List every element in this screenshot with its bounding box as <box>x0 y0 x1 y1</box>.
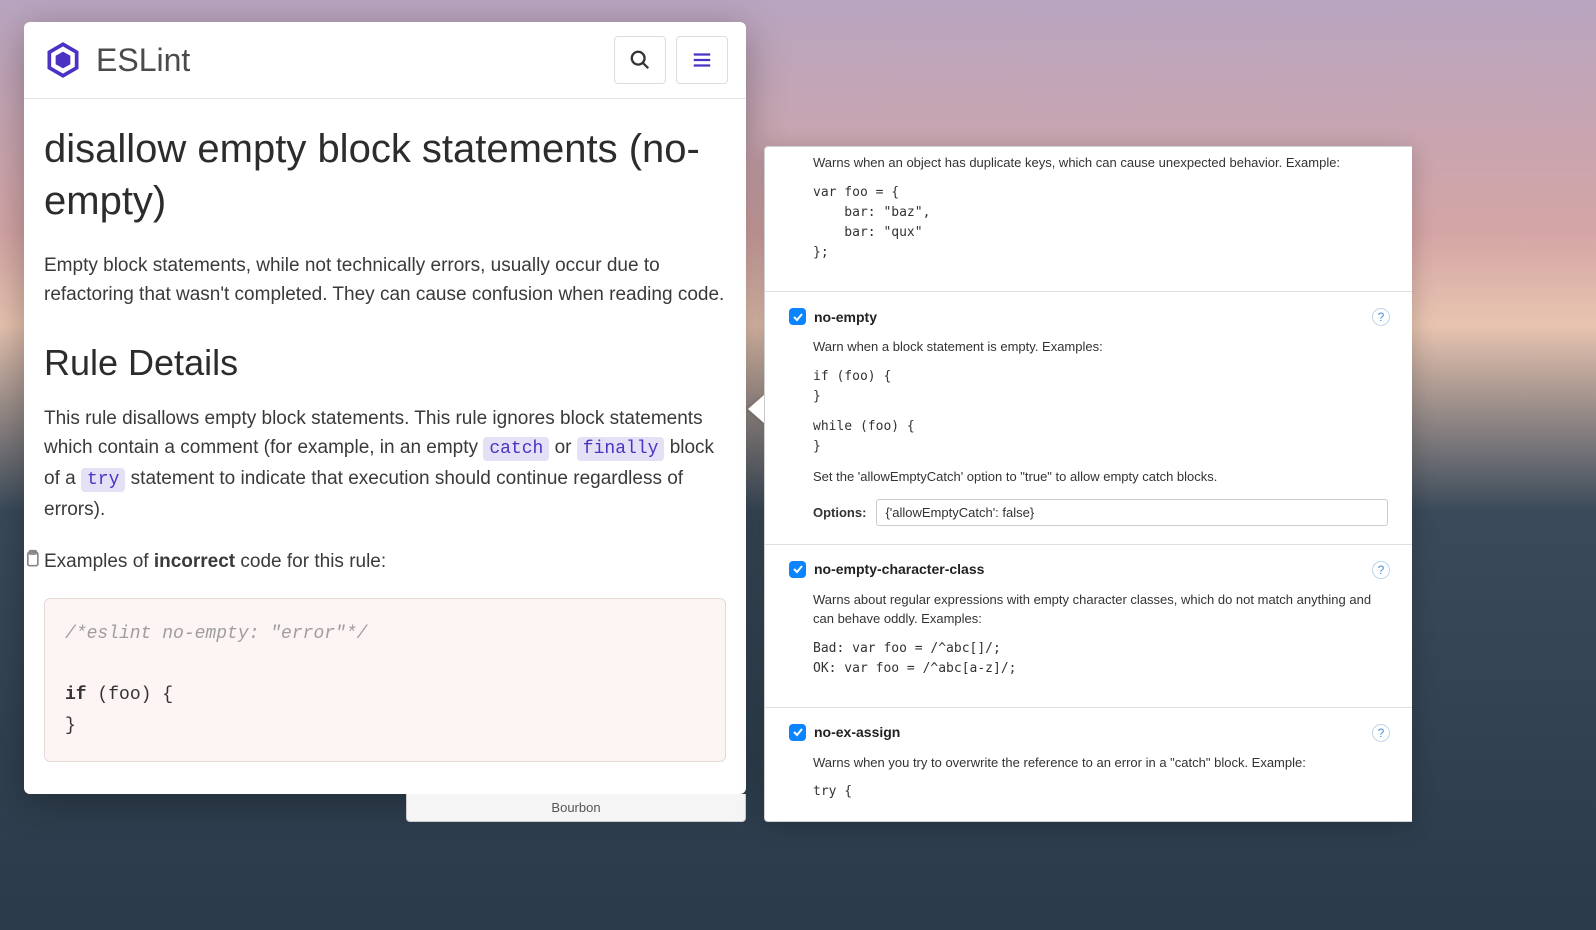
examples-paragraph: Examples of incorrect code for this rule… <box>44 547 726 576</box>
rule-block-no-ex-assign: ? no-ex-assign Warns when you try to ove… <box>765 708 1412 822</box>
search-button[interactable] <box>614 36 666 84</box>
rule-code-example: if (foo) { } <box>813 367 1388 407</box>
rule-code-example: while (foo) { } <box>813 417 1388 457</box>
brand-name: ESLint <box>96 42 190 79</box>
rule-checkbox[interactable] <box>789 724 806 741</box>
rule-checkbox[interactable] <box>789 561 806 578</box>
logo-group[interactable]: ESLint <box>42 39 190 81</box>
check-icon <box>792 563 804 575</box>
rule-description: Warns about regular expressions with emp… <box>813 590 1388 629</box>
rule-header: no-empty-character-class <box>789 561 1388 578</box>
rule-description: Warns when an object has duplicate keys,… <box>813 153 1388 173</box>
rule-checkbox[interactable] <box>789 308 806 325</box>
search-icon <box>629 49 651 71</box>
help-icon[interactable]: ? <box>1372 561 1390 579</box>
bourbon-tab-label[interactable]: Bourbon <box>406 794 746 822</box>
docs-header: ESLint <box>24 22 746 99</box>
help-icon[interactable]: ? <box>1372 724 1390 742</box>
page-title: disallow empty block statements (no-empt… <box>44 123 726 227</box>
rule-name: no-empty <box>814 309 877 325</box>
rule-header: no-empty <box>789 308 1388 325</box>
rule-details-heading: Rule Details <box>44 342 726 384</box>
code-example-block: /*eslint no-empty: "error"*/ if (foo) { … <box>44 598 726 762</box>
rule-description: Warns when you try to overwrite the refe… <box>813 753 1388 773</box>
rule-name: no-ex-assign <box>814 724 900 740</box>
header-buttons <box>614 36 728 84</box>
hamburger-icon <box>691 49 713 71</box>
eslint-docs-panel: ESLint disallow empty block statements (… <box>24 22 746 794</box>
check-icon <box>792 726 804 738</box>
help-icon[interactable]: ? <box>1372 308 1390 326</box>
try-keyword: try <box>81 468 125 492</box>
rule-block-no-dupe-keys: Warns when an object has duplicate keys,… <box>765 147 1412 292</box>
rule-code-example: try { <box>813 782 1388 802</box>
catch-keyword: catch <box>483 437 549 461</box>
rule-block-no-empty-character-class: ? no-empty-character-class Warns about r… <box>765 545 1412 708</box>
rule-code-example: var foo = { bar: "baz", bar: "qux" }; <box>813 183 1388 264</box>
intro-paragraph: Empty block statements, while not techni… <box>44 251 726 310</box>
rule-code-example: Bad: var foo = /^abc[]/; OK: var foo = /… <box>813 639 1388 679</box>
panel-pointer-arrow <box>748 395 764 423</box>
rule-block-no-empty: ? no-empty Warn when a block statement i… <box>765 292 1412 545</box>
options-label: Options: <box>813 505 866 520</box>
rule-header: no-ex-assign <box>789 724 1388 741</box>
menu-button[interactable] <box>676 36 728 84</box>
rule-name: no-empty-character-class <box>814 561 984 577</box>
code-comment: /*eslint no-empty: "error"*/ <box>65 624 367 644</box>
rule-description: Warn when a block statement is empty. Ex… <box>813 337 1388 357</box>
options-input[interactable] <box>876 499 1388 526</box>
options-row: Options: <box>813 499 1388 526</box>
finally-keyword: finally <box>577 437 665 461</box>
check-icon <box>792 311 804 323</box>
rule-note: Set the 'allowEmptyCatch' option to "tru… <box>813 467 1388 487</box>
incorrect-strong: incorrect <box>154 551 235 572</box>
docs-body: disallow empty block statements (no-empt… <box>24 99 746 786</box>
eslint-logo-icon <box>42 39 84 81</box>
settings-panel: Warns when an object has duplicate keys,… <box>764 146 1412 822</box>
rule-details-paragraph: This rule disallows empty block statemen… <box>44 404 726 525</box>
clipboard-icon[interactable] <box>24 549 42 569</box>
